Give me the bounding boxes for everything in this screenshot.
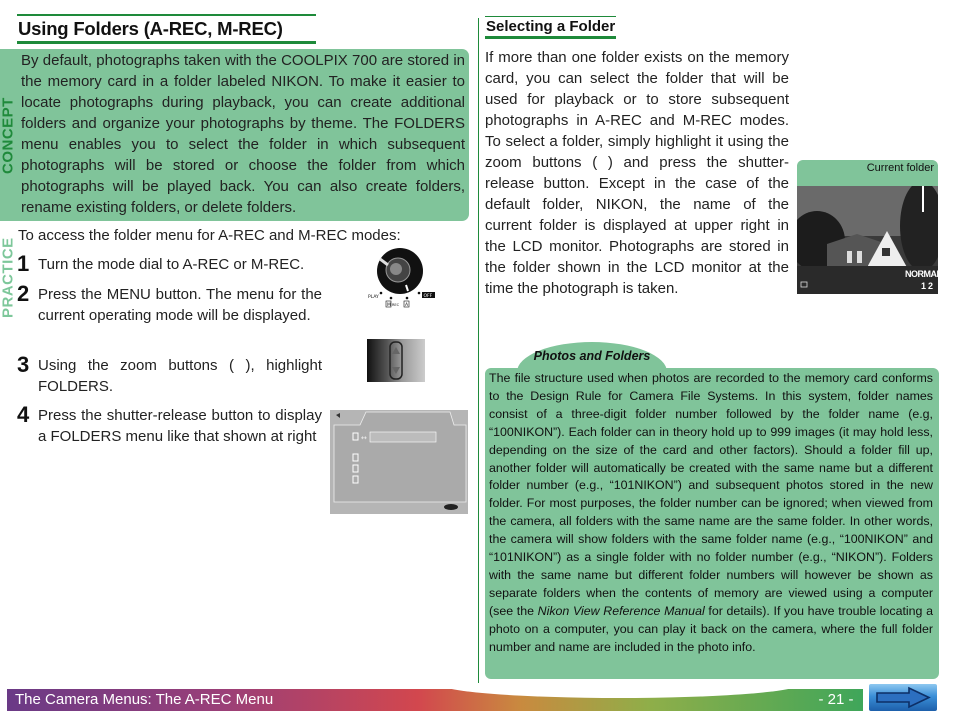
folders-menu-icon: ↔ xyxy=(333,411,467,510)
current-folder-label: Current folder xyxy=(866,162,934,174)
step-text: Press the MENU button. The menu for the … xyxy=(38,286,322,324)
dial-m-label: M xyxy=(387,302,391,308)
note-title: Photos and Folders xyxy=(533,349,651,363)
dial-rec-label: REC xyxy=(392,303,400,307)
note-text-part: The file structure used when photos are … xyxy=(489,371,933,618)
svg-text:↔: ↔ xyxy=(361,434,367,442)
folders-menu-screen: ↔ xyxy=(330,410,468,514)
dial-off-label: OFF xyxy=(424,293,433,299)
zoom-buttons-illustration xyxy=(367,339,425,382)
selecting-folder-title: Selecting a Folder xyxy=(485,16,617,39)
zoom-rocker-icon xyxy=(389,341,403,380)
step-text: Press the shutter-release button to disp… xyxy=(38,407,322,445)
lcd-quality: NORMAL xyxy=(905,269,942,279)
right-arrow-icon xyxy=(876,686,931,709)
selecting-folder-text: If more than one folder exists on the me… xyxy=(485,49,789,297)
section-title: Using Folders (A-REC, M-REC) xyxy=(17,14,316,44)
footer-title: The Camera Menus: The A-REC Menu xyxy=(15,691,274,708)
step-text: Using the zoom buttons ( ), highlight FO… xyxy=(38,357,322,395)
concept-label: CONCEPT xyxy=(0,97,17,175)
concept-text: By default, photographs taken with the C… xyxy=(21,52,465,216)
lcd-exposure-count: 12 xyxy=(921,281,936,291)
note-text: The file structure used when photos are … xyxy=(489,370,933,657)
step-number: 4 xyxy=(17,402,30,427)
step-number: 1 xyxy=(17,251,30,276)
practice-label: PRACTICE xyxy=(0,237,17,319)
step-number: 3 xyxy=(17,352,30,377)
dial-play-label: PLAY xyxy=(368,294,379,300)
practice-intro: To access the folder menu for A-REC and … xyxy=(18,227,401,244)
step-text: Turn the mode dial to A-REC or M-REC. xyxy=(38,256,305,273)
column-divider xyxy=(478,18,479,683)
mode-dial-illustration: PLAY OFF M REC A xyxy=(362,247,438,311)
mode-dial-icon: PLAY OFF M REC A xyxy=(368,248,435,308)
step-number: 2 xyxy=(17,281,30,306)
page-number: - 21 - xyxy=(818,691,854,708)
manual-title: Nikon View Reference Manual xyxy=(537,603,705,618)
next-page-button[interactable] xyxy=(869,684,937,711)
